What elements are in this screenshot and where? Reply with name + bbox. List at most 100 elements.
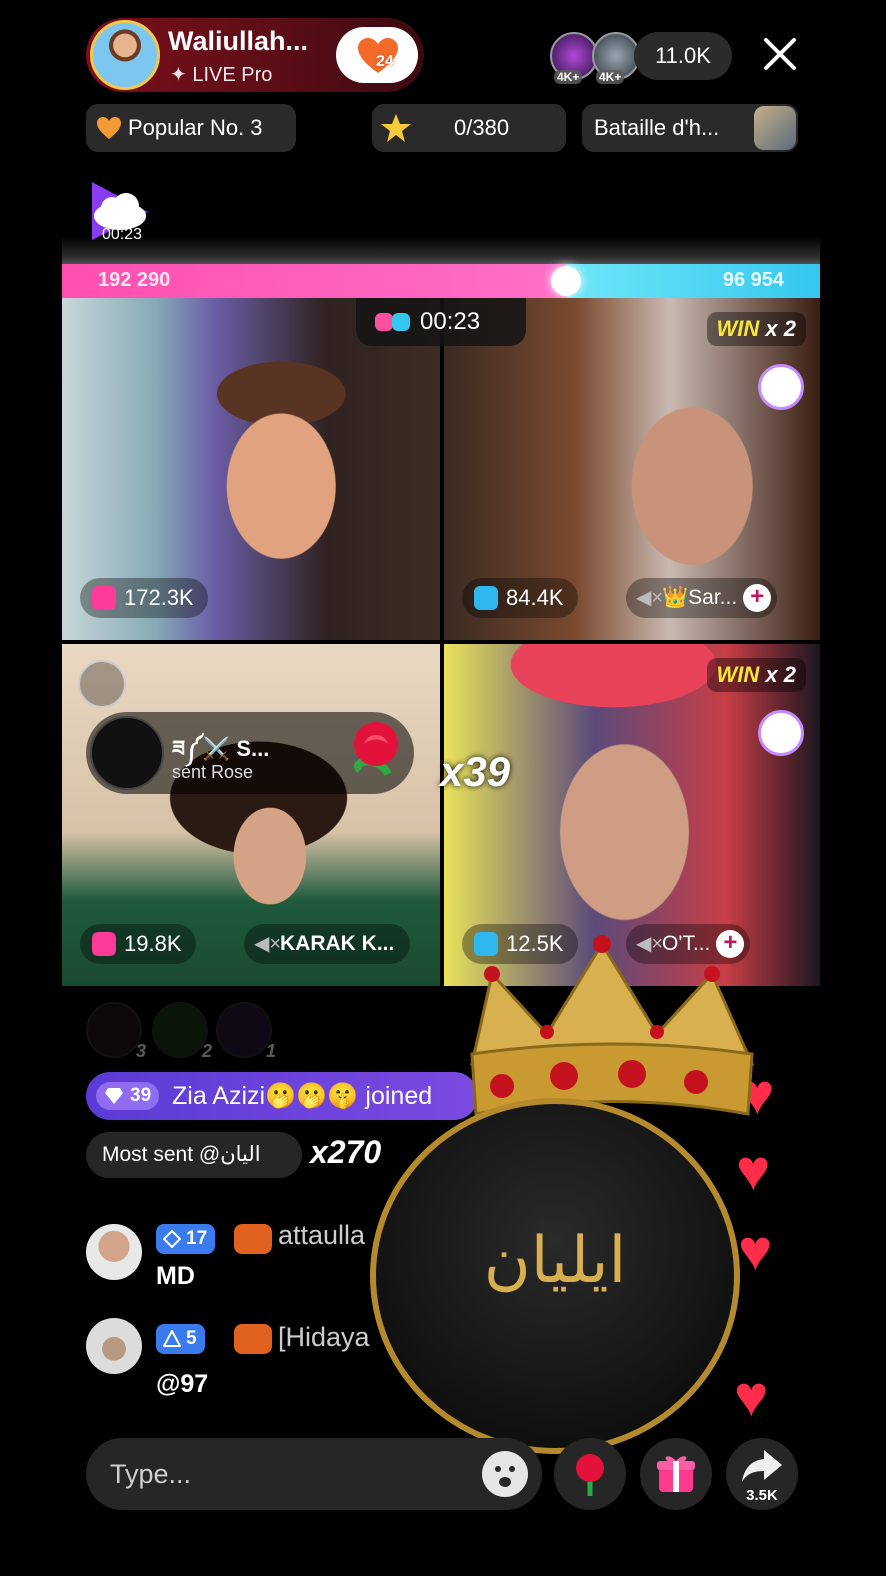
boost-icon[interactable] xyxy=(758,364,804,410)
gift-button[interactable] xyxy=(640,1438,712,1510)
share-arrow-icon xyxy=(742,1450,782,1482)
battle-chip[interactable]: Bataille d'h... xyxy=(582,104,798,152)
chat-user-avatar[interactable] xyxy=(86,1224,142,1280)
host-name: Waliullah... xyxy=(168,26,309,56)
level-number: 17 xyxy=(186,1228,208,1249)
medallion-name: ايليان xyxy=(483,1224,627,1298)
comment-input[interactable] xyxy=(110,1452,470,1496)
name-medallion: ايليان xyxy=(370,1098,740,1454)
host-subtitle: ✦ LIVE Pro xyxy=(170,64,273,86)
popular-rank-label: Popular No. 3 xyxy=(128,115,263,140)
heart-icon xyxy=(97,117,121,139)
join-text: Zia Azizi🫢🫢🤫 joined xyxy=(172,1082,433,1110)
diamond-icon xyxy=(105,1088,123,1104)
top-viewer-avatar[interactable]: 4K+ xyxy=(592,32,640,84)
chat-message: @97 xyxy=(156,1370,209,1398)
tile-score: 84.4K xyxy=(462,578,578,618)
share-button[interactable]: 3.5K xyxy=(726,1438,798,1510)
guest-name-chip[interactable]: ◀× KARAK K... xyxy=(244,924,411,964)
gift-sender-avatar[interactable] xyxy=(90,716,164,790)
win-label: WIN xyxy=(716,316,760,341)
tile-score-value: 172.3K xyxy=(124,585,194,610)
top-viewer-avatar[interactable]: 4K+ xyxy=(550,32,598,84)
level-badge: 5 xyxy=(156,1324,205,1354)
viewer-count[interactable]: 11.0K xyxy=(634,32,732,80)
share-count: 3.5K xyxy=(746,1487,778,1504)
cloud-icon[interactable] xyxy=(78,660,126,708)
guest-name: 👑Sar... xyxy=(662,586,738,609)
close-icon[interactable] xyxy=(760,34,800,74)
battle-label: Bataille d'h... xyxy=(594,115,720,140)
chat-username[interactable]: attaulla xyxy=(278,1220,365,1251)
fan-club-badge xyxy=(234,1224,272,1254)
rank-number: 1 xyxy=(265,1041,276,1061)
battle-timer-value: 00:23 xyxy=(420,308,481,335)
viewer-badge: 4K+ xyxy=(554,70,583,84)
tile-score: 172.3K xyxy=(80,578,208,618)
rank-number: 3 xyxy=(135,1041,146,1061)
guest-video-tile-1[interactable]: 172.3K xyxy=(62,298,440,640)
gift-action: sent Rose xyxy=(172,762,254,782)
score-divider xyxy=(551,266,581,296)
boost-icon[interactable] xyxy=(758,710,804,756)
muted-icon: ◀× xyxy=(636,587,664,609)
popular-rank-chip[interactable]: Popular No. 3 xyxy=(86,104,296,152)
level-badge: 17 xyxy=(156,1224,216,1254)
win-streak-badge: WIN x 2 xyxy=(706,312,806,346)
star-goal-chip[interactable]: 0/380 xyxy=(372,104,566,152)
heart-icon: ♥ xyxy=(738,1218,773,1283)
right-team-score: 96 954 xyxy=(722,269,784,291)
guest-name-chip[interactable]: ◀× 👑Sar... + xyxy=(626,578,778,618)
triangle-icon xyxy=(163,1330,181,1347)
diamond-icon xyxy=(163,1230,181,1248)
chat-user-avatar[interactable] xyxy=(86,1318,142,1374)
ranking-avatar[interactable]: 3 xyxy=(86,1002,146,1061)
host-pill[interactable]: Waliullah... ✦ LIVE Pro 24 xyxy=(86,18,424,92)
camera-icon xyxy=(474,586,498,610)
boxing-gloves-icon xyxy=(375,313,410,331)
camera-icon xyxy=(92,586,116,610)
host-avatar[interactable] xyxy=(90,20,160,90)
join-notification: 39 Zia Azizi🫢🫢🤫 joined xyxy=(86,1072,478,1120)
camera-icon xyxy=(92,932,116,956)
crown-gift-icon xyxy=(470,935,755,1116)
heart-icon: ♥ xyxy=(734,1364,769,1429)
follow-count: 24 xyxy=(376,53,394,70)
battle-timer: 00:23 xyxy=(356,298,526,346)
heart-icon: ♥ xyxy=(736,1138,771,1203)
level-number: 5 xyxy=(186,1328,197,1349)
win-streak-badge: WIN x 2 xyxy=(706,658,806,692)
battle-mist xyxy=(62,236,820,266)
most-sent-count: x270 xyxy=(310,1134,382,1170)
level-badge: 39 xyxy=(96,1082,160,1110)
battle-thumbnail xyxy=(754,106,796,150)
add-guest-button[interactable]: + xyxy=(743,584,772,612)
win-multiplier: x 2 xyxy=(765,316,796,341)
tile-score: 19.8K xyxy=(80,924,196,964)
guest-video-tile-2[interactable]: WIN x 2 84.4K ◀× 👑Sar... + xyxy=(444,298,820,640)
rank-number: 2 xyxy=(201,1041,212,1061)
viewer-badge: 4K+ xyxy=(596,70,625,84)
chat-username[interactable]: [Hidaya xyxy=(278,1322,370,1353)
star-goal-progress: 0/380 xyxy=(454,115,510,140)
most-sent-pill[interactable]: Most sent @اليان xyxy=(86,1132,302,1178)
rose-icon xyxy=(353,722,398,777)
ranking-avatar[interactable]: 2 xyxy=(152,1002,212,1061)
comment-box[interactable] xyxy=(86,1438,542,1510)
rose-icon xyxy=(576,1454,604,1496)
emoji-icon[interactable] xyxy=(482,1451,528,1497)
fan-club-badge xyxy=(234,1324,272,1354)
win-multiplier: x 2 xyxy=(765,662,796,687)
muted-icon: ◀× xyxy=(254,933,282,955)
tile-score-value: 84.4K xyxy=(506,585,564,610)
star-icon xyxy=(381,114,411,142)
level-number: 39 xyxy=(130,1085,152,1106)
rose-button[interactable] xyxy=(554,1438,626,1510)
follow-button[interactable]: 24 xyxy=(336,27,418,83)
tile-score-value: 19.8K xyxy=(124,931,182,956)
gift-icon xyxy=(657,1456,695,1492)
gift-combo: x39 xyxy=(440,748,511,795)
win-label: WIN xyxy=(716,662,760,687)
ranking-avatar[interactable]: 1 xyxy=(216,1002,276,1061)
battle-score-bar: 192 290 96 954 xyxy=(62,264,820,298)
